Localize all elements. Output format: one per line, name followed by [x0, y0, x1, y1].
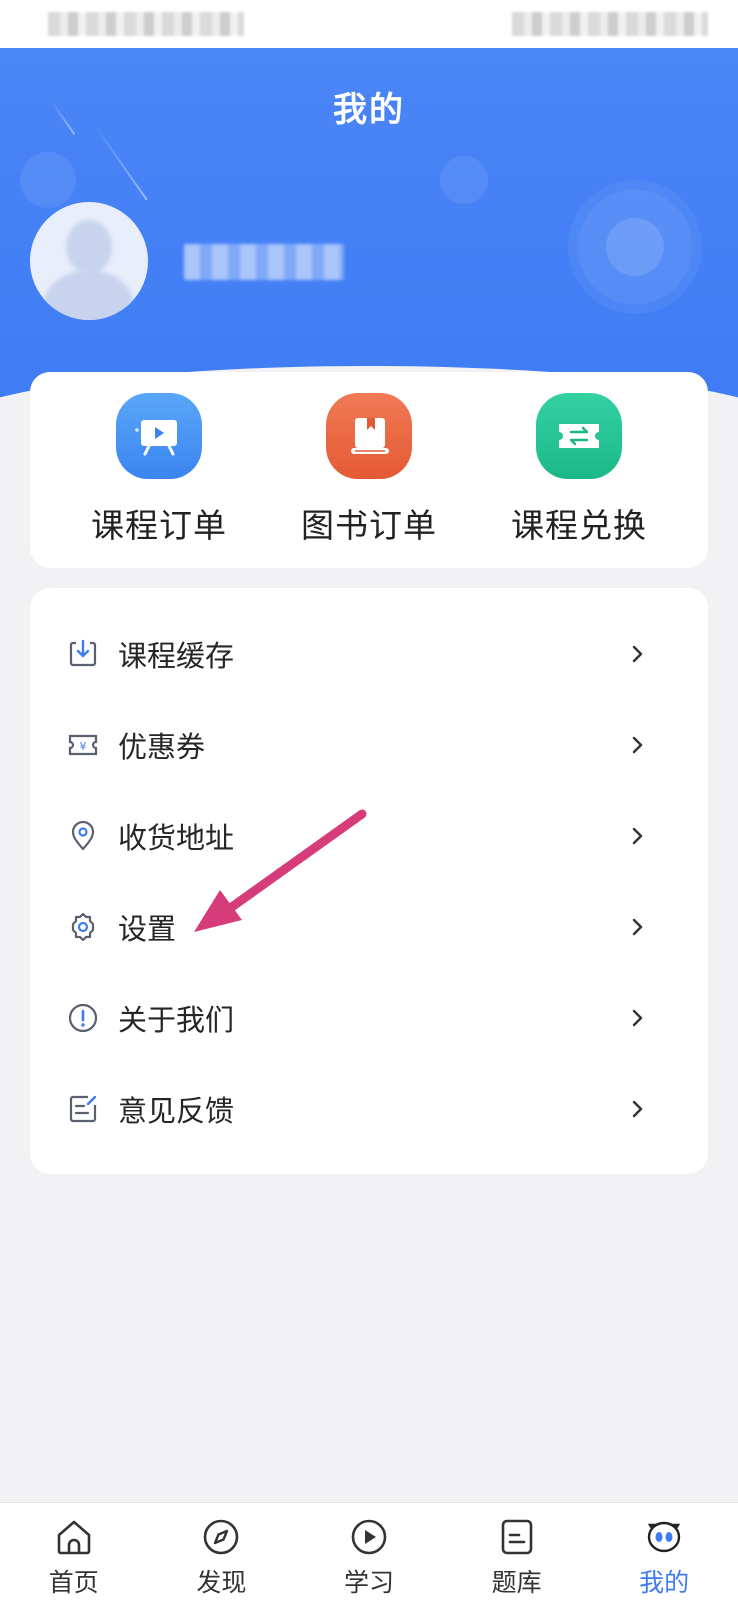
menu-item-label: 关于我们	[118, 1002, 235, 1037]
play-icon	[347, 1515, 391, 1559]
nav-item-study[interactable]: 学习	[295, 1503, 443, 1600]
profile-icon	[642, 1515, 686, 1559]
profile-header: 我的	[0, 48, 738, 418]
nav-item-discover[interactable]: 发现	[148, 1503, 296, 1600]
location-icon	[66, 819, 100, 853]
chevron-right-icon	[628, 733, 648, 757]
menu-item-course-cache[interactable]: 课程缓存	[30, 608, 708, 699]
page-title: 我的	[333, 90, 405, 130]
svg-text:¥: ¥	[80, 740, 87, 753]
question-bank-icon	[495, 1515, 539, 1559]
decoration	[94, 125, 148, 201]
menu-item-label: 意见反馈	[118, 1093, 235, 1128]
nav-label: 发现	[196, 1568, 247, 1597]
chevron-right-icon	[628, 642, 648, 666]
menu-item-label: 优惠券	[118, 729, 206, 764]
quick-actions-card: 课程订单 图书订单 课程兑换	[30, 372, 708, 568]
status-bar	[0, 0, 738, 48]
chevron-right-icon	[628, 824, 648, 848]
annotation-arrow	[194, 809, 367, 932]
course-exchange-icon	[536, 393, 622, 479]
home-icon	[52, 1515, 96, 1559]
course-order-icon	[116, 393, 202, 479]
menu-item-feedback[interactable]: 意见反馈	[30, 1063, 708, 1154]
nav-item-profile[interactable]: 我的	[590, 1503, 738, 1600]
course-exchange-button[interactable]: 课程兑换	[489, 393, 669, 547]
status-bar-left-blurred	[48, 12, 244, 36]
decoration	[440, 156, 488, 204]
book-order-icon	[326, 393, 412, 479]
nav-label: 学习	[343, 1568, 394, 1597]
download-icon	[66, 637, 100, 671]
nav-label: 首页	[48, 1568, 99, 1597]
book-order-button[interactable]: 图书订单	[279, 393, 459, 547]
chevron-right-icon	[628, 1006, 648, 1030]
menu-item-label: 设置	[118, 911, 177, 946]
menu-item-about[interactable]: 关于我们	[30, 972, 708, 1063]
avatar[interactable]	[30, 202, 148, 320]
menu-item-coupon[interactable]: ¥ 优惠券	[30, 699, 708, 790]
quick-action-label: 课程兑换	[511, 506, 647, 545]
quick-action-label: 图书订单	[301, 506, 437, 545]
nav-item-question-bank[interactable]: 题库	[443, 1503, 591, 1600]
coupon-icon: ¥	[66, 728, 100, 762]
info-icon	[66, 1001, 100, 1035]
bottom-nav: 首页 发现 学习 题库 我的	[0, 1502, 738, 1600]
nav-item-home[interactable]: 首页	[0, 1503, 148, 1600]
username-blurred[interactable]	[184, 244, 344, 280]
status-bar-right-blurred	[512, 12, 708, 36]
decoration	[20, 152, 76, 208]
course-order-button[interactable]: 课程订单	[69, 393, 249, 547]
chevron-right-icon	[628, 1097, 648, 1121]
menu-item-label: 课程缓存	[118, 638, 235, 673]
feedback-icon	[66, 1092, 100, 1126]
nav-label: 我的	[639, 1568, 690, 1597]
chevron-right-icon	[628, 915, 648, 939]
compass-icon	[199, 1515, 243, 1559]
decoration	[568, 180, 702, 314]
quick-action-label: 课程订单	[91, 506, 227, 545]
gear-icon	[66, 910, 100, 944]
nav-label: 题库	[491, 1568, 542, 1597]
